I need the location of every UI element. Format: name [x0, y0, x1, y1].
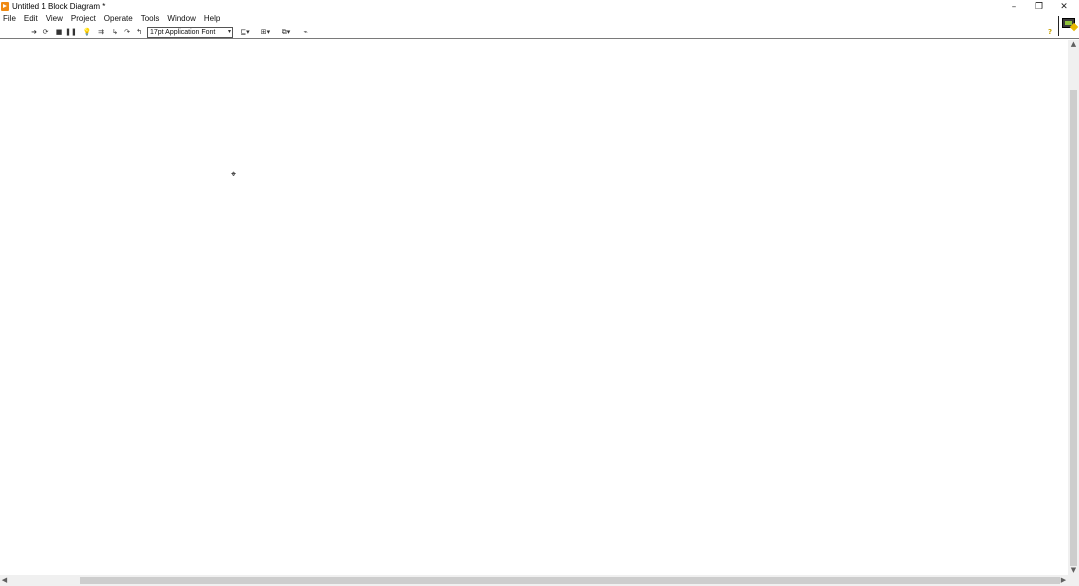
menu-project[interactable]: Project	[67, 13, 100, 25]
menu-help[interactable]: Help	[200, 13, 224, 25]
run-arrow-icon[interactable]: ➜	[30, 27, 38, 37]
minimize-button[interactable]: –	[1002, 0, 1026, 13]
step-out-icon[interactable]: ↰	[134, 27, 144, 37]
vi-connector-icon[interactable]	[1058, 16, 1079, 36]
vi-icon-badge	[1069, 22, 1079, 32]
retain-wire-values-icon[interactable]: ⇉	[95, 27, 107, 37]
step-over-icon[interactable]: ↷	[122, 27, 132, 37]
maximize-button[interactable]: ❐	[1027, 0, 1051, 13]
font-select[interactable]: 17pt Application Font ▾	[147, 27, 233, 38]
menu-operate[interactable]: Operate	[100, 13, 137, 25]
close-button[interactable]: ✕	[1052, 0, 1076, 13]
menu-bar: File Edit View Project Operate Tools Win…	[0, 13, 1079, 25]
scroll-left-icon[interactable]: ◀	[0, 575, 9, 586]
menu-window[interactable]: Window	[163, 13, 199, 25]
clean-up-diagram-icon[interactable]: ⌁	[299, 27, 312, 37]
labview-app-icon	[1, 2, 9, 11]
crosshair-cursor-icon: ⌖	[231, 170, 237, 180]
labview-window: Untitled 1 Block Diagram * – ❐ ✕ File Ed…	[0, 0, 1079, 586]
menu-view[interactable]: View	[42, 13, 67, 25]
window-title: Untitled 1 Block Diagram *	[12, 2, 106, 11]
block-diagram-canvas[interactable]: ⌖	[0, 40, 1068, 575]
scroll-right-icon[interactable]: ▶	[1059, 575, 1068, 586]
menu-tools[interactable]: Tools	[137, 13, 164, 25]
horizontal-scrollbar[interactable]: ◀ ▶	[0, 575, 1068, 586]
scroll-up-icon[interactable]: ▲	[1068, 40, 1079, 49]
context-help-icon[interactable]: ?	[1046, 27, 1054, 37]
abort-execution-icon[interactable]: ■	[54, 27, 64, 37]
align-objects-icon[interactable]: ⊑▾	[237, 27, 253, 37]
pause-icon[interactable]: ❚❚	[65, 27, 77, 37]
chevron-down-icon: ▾	[227, 29, 231, 35]
font-select-value: 17pt Application Font	[150, 29, 216, 36]
step-into-icon[interactable]: ↳	[110, 27, 120, 37]
scroll-down-icon[interactable]: ▼	[1068, 566, 1079, 575]
menu-file[interactable]: File	[0, 13, 20, 25]
highlight-execution-icon[interactable]: 💡	[82, 27, 92, 37]
title-bar: Untitled 1 Block Diagram * – ❐ ✕	[0, 0, 1079, 13]
run-continuously-icon[interactable]: ⟳	[40, 27, 51, 37]
scrollbar-corner	[1068, 575, 1079, 586]
vertical-scrollbar[interactable]: ▲ ▼	[1068, 40, 1079, 575]
horizontal-scroll-thumb[interactable]	[80, 577, 1060, 584]
menu-edit[interactable]: Edit	[20, 13, 42, 25]
vertical-scroll-thumb[interactable]	[1070, 90, 1077, 566]
distribute-objects-icon[interactable]: ⊞▾	[258, 27, 273, 37]
toolbar: ➜ ⟳ ■ ❚❚ 💡 ⇉ ↳ ↷ ↰ 17pt Application Font…	[0, 25, 1079, 39]
reorder-icon[interactable]: ⧉▾	[278, 27, 294, 37]
